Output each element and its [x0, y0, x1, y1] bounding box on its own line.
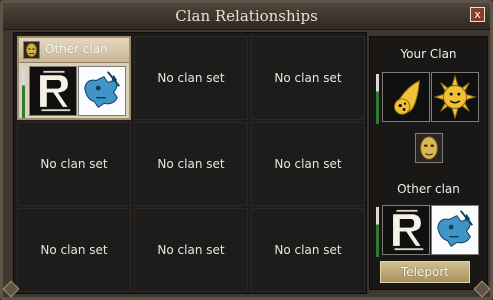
selected-clan-name: Other clan — [45, 42, 108, 56]
dragon-skull-icon — [431, 205, 479, 255]
clan-slot-empty[interactable]: No clan set — [134, 122, 248, 206]
other-clan-status-bar — [376, 207, 379, 257]
selected-clan-header: Other clan — [19, 38, 129, 63]
clan-mask-small-icon — [23, 41, 40, 59]
clan-grid: Other clan No clan set No clan set No cl… — [13, 32, 367, 294]
teleport-button-label: Teleport — [401, 265, 449, 279]
close-button[interactable]: x — [470, 7, 485, 22]
your-clan-label: Your Clan — [400, 47, 457, 61]
empty-slot-label: No clan set — [40, 243, 108, 257]
window-titlebar[interactable]: Clan Relationships x — [3, 3, 490, 30]
r-emblem-icon — [382, 205, 430, 255]
flaming-meteor-icon — [382, 72, 430, 122]
window-title: Clan Relationships — [175, 7, 318, 25]
clan-slot-empty[interactable]: No clan set — [134, 208, 248, 292]
your-clan-status-bar — [376, 74, 379, 124]
clan-slot-empty[interactable]: No clan set — [134, 36, 248, 120]
clan-slot-empty[interactable]: No clan set — [17, 208, 131, 292]
empty-slot-label: No clan set — [274, 157, 342, 171]
empty-slot-label: No clan set — [274, 71, 342, 85]
empty-slot-label: No clan set — [157, 71, 225, 85]
empty-slot-label: No clan set — [40, 157, 108, 171]
other-clan-label: Other clan — [397, 182, 460, 196]
clan-status-bar — [22, 68, 25, 118]
close-icon: x — [474, 8, 481, 21]
dragon-skull-icon — [78, 66, 126, 116]
teleport-button[interactable]: Teleport — [380, 261, 470, 283]
golden-mask-icon — [415, 133, 443, 163]
clan-slot-empty[interactable]: No clan set — [251, 122, 365, 206]
clan-relationships-window: Clan Relationships x Other clan No clan … — [0, 0, 493, 300]
empty-slot-label: No clan set — [274, 243, 342, 257]
sun-face-icon — [431, 72, 479, 122]
r-emblem-icon — [29, 66, 77, 116]
side-panel: Your Clan Other clan Teleport — [369, 36, 488, 290]
clan-slot-selected[interactable]: Other clan — [17, 36, 131, 120]
clan-slot-empty[interactable]: No clan set — [17, 122, 131, 206]
empty-slot-label: No clan set — [157, 243, 225, 257]
empty-slot-label: No clan set — [157, 157, 225, 171]
clan-slot-empty[interactable]: No clan set — [251, 36, 365, 120]
clan-slot-empty[interactable]: No clan set — [251, 208, 365, 292]
